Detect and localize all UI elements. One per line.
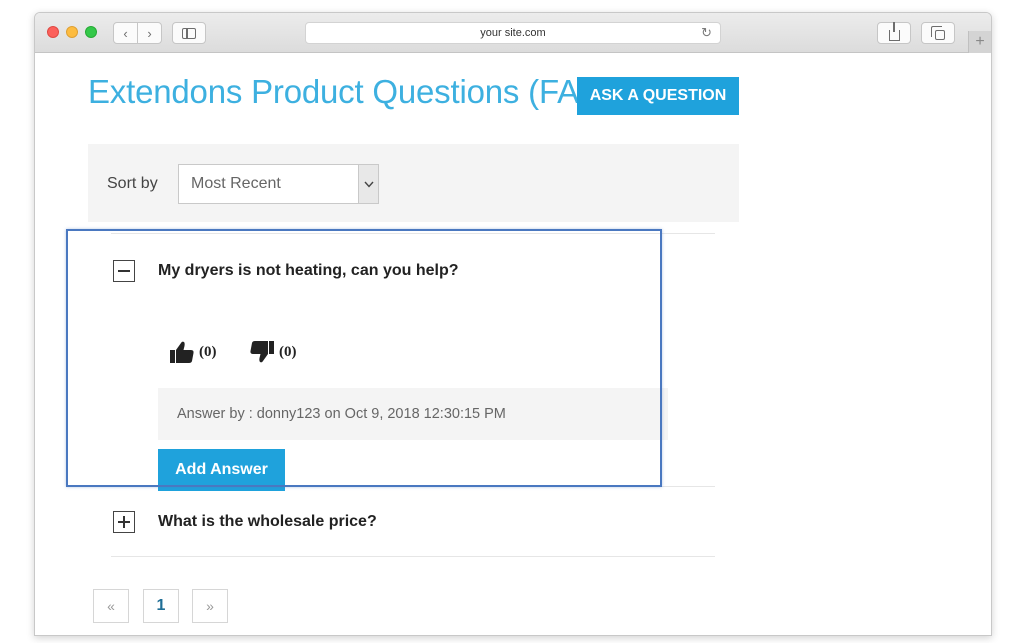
share-button[interactable]: [877, 21, 911, 44]
address-bar[interactable]: your site.com ↻: [305, 22, 721, 44]
back-button[interactable]: ‹: [113, 22, 138, 44]
sidebar-icon: [182, 27, 196, 39]
faq-divider: [111, 556, 715, 557]
faq-highlight-frame: [66, 229, 662, 487]
close-window-button[interactable]: [47, 26, 59, 38]
sort-select[interactable]: Most Recent: [178, 164, 379, 204]
share-icon: [888, 21, 900, 41]
sort-bar: Sort by Most Recent: [88, 144, 739, 222]
address-text: your site.com: [480, 27, 546, 39]
faq-question-2[interactable]: What is the wholesale price?: [158, 513, 377, 531]
expand-toggle-button[interactable]: [113, 511, 135, 533]
browser-titlebar: ‹ › your site.com ↻ +: [35, 13, 991, 53]
tabs-icon: [930, 25, 945, 40]
forward-button[interactable]: ›: [137, 22, 162, 44]
pagination-next-button[interactable]: »: [192, 589, 228, 623]
sort-selected-value: Most Recent: [191, 175, 281, 192]
plus-icon: +: [975, 33, 985, 50]
chevron-left-icon: ‹: [123, 25, 128, 41]
chevron-right-icon: ›: [147, 25, 152, 41]
zoom-window-button[interactable]: [85, 26, 97, 38]
new-tab-button[interactable]: +: [968, 31, 991, 53]
pagination-prev-button[interactable]: «: [93, 589, 129, 623]
sort-label: Sort by: [107, 175, 158, 192]
tabs-overview-button[interactable]: [921, 22, 955, 44]
reload-icon[interactable]: ↻: [701, 25, 712, 41]
ask-question-button[interactable]: ASK A QUESTION: [577, 77, 739, 115]
chevron-down-icon[interactable]: [358, 165, 378, 203]
pagination-page-1[interactable]: 1: [143, 589, 179, 623]
sidebar-toggle-button[interactable]: [172, 22, 206, 44]
page-title: Extendons Product Questions (FAQ): [88, 73, 616, 110]
minimize-window-button[interactable]: [66, 26, 78, 38]
